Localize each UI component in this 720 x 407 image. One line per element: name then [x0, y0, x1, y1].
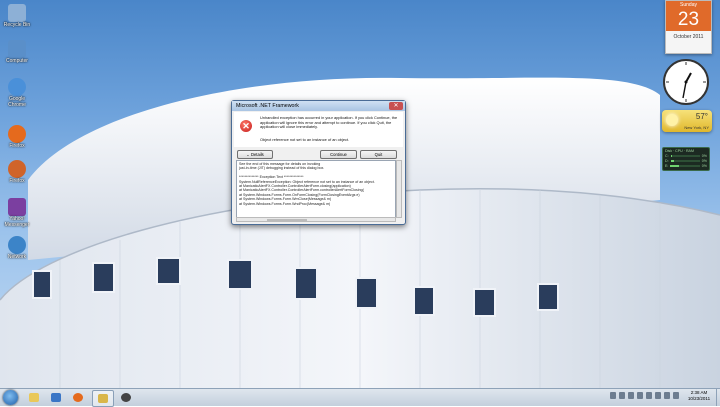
desktop-icon-label: Firefox — [9, 143, 25, 149]
taskbar-firefox-button[interactable] — [68, 390, 88, 405]
details-button-label: Details — [250, 152, 264, 157]
computer-icon — [8, 40, 26, 58]
firefox-icon — [8, 160, 26, 178]
details-horizontal-scrollbar[interactable] — [236, 217, 396, 222]
app-icon — [121, 393, 131, 402]
desktop-icon-computer[interactable]: Computer — [2, 40, 32, 65]
network-tray-icon[interactable] — [664, 392, 670, 399]
tray-icon[interactable] — [610, 392, 616, 399]
firefox-icon — [8, 125, 26, 143]
continue-button[interactable]: Continue — [320, 150, 357, 159]
calendar-weekday: Sunday — [666, 1, 711, 9]
exception-details-textbox[interactable]: See the end of this message for details … — [236, 160, 396, 218]
meter-label: C: — [665, 153, 669, 158]
sun-icon — [666, 114, 678, 126]
meter-row: E: 0% — [665, 163, 707, 168]
firefox-icon — [73, 393, 83, 402]
taskbar: 2:38 AM 10/23/2011 — [0, 388, 720, 407]
desktop-icon-label: Computer — [6, 58, 28, 64]
taskbar-media-player-button[interactable] — [46, 390, 66, 405]
start-button[interactable] — [3, 390, 18, 405]
media-player-icon — [51, 393, 61, 402]
volume-tray-icon[interactable] — [673, 392, 679, 399]
recycle-bin-icon — [8, 4, 26, 22]
taskbar-date: 10/23/2011 — [687, 396, 711, 401]
desktop-icon-label: Network — [7, 254, 27, 260]
taskbar-explorer-button[interactable] — [24, 390, 44, 405]
meter-label: E: — [665, 163, 669, 168]
show-desktop-button[interactable] — [716, 389, 720, 406]
close-button[interactable]: ✕ — [389, 102, 403, 110]
calendar-gadget[interactable]: Sunday 23 October 2011 — [665, 0, 712, 54]
taskbar-app-button[interactable] — [116, 390, 136, 405]
details-line: at System.Windows.Forms.Form.WndProc(Mes… — [239, 201, 331, 206]
calendar-day: 23 — [666, 9, 711, 31]
meter-pct: 0% — [701, 158, 707, 163]
meter-fill — [670, 154, 672, 157]
exception-dialog[interactable]: Microsoft .NET Framework ✕ ✕ Unhandled e… — [231, 100, 406, 225]
desktop: Recycle Bin Computer Google Chrome Firef… — [0, 0, 720, 388]
weather-location: New York, NY — [684, 125, 709, 130]
desktop-icon-label: Firefox — [9, 178, 25, 184]
desktop-icon-firefox[interactable]: Firefox — [2, 125, 32, 150]
clock-gadget[interactable] — [662, 58, 710, 106]
tray-icon[interactable] — [655, 392, 661, 399]
yahoo-messenger-icon — [8, 198, 26, 216]
dialog-titlebar[interactable]: Microsoft .NET Framework ✕ — [232, 101, 405, 111]
dialog-title: Microsoft .NET Framework — [236, 103, 299, 109]
quit-button[interactable]: Quit — [360, 150, 397, 159]
dialog-message-area: ✕ Unhandled exception has occurred in yo… — [234, 112, 403, 147]
folder-icon — [98, 394, 108, 403]
meter-fill — [670, 164, 680, 167]
taskbar-clock[interactable]: 2:38 AM 10/23/2011 — [684, 390, 714, 402]
details-vertical-scrollbar[interactable] — [396, 160, 402, 218]
details-button[interactable]: ⌄ Details — [237, 150, 273, 159]
error-icon: ✕ — [240, 120, 252, 132]
dialog-message: Unhandled exception has occurred in your… — [260, 115, 398, 130]
meter-label: D: — [665, 158, 669, 163]
dialog-detail-message: Object reference not set to an instance … — [260, 137, 350, 142]
system-tray — [610, 392, 679, 402]
desktop-icon-label: Yahoo! Messenger — [4, 216, 30, 228]
tray-icon[interactable] — [628, 392, 634, 399]
tray-icon[interactable] — [619, 392, 625, 399]
meter-pct: 0% — [701, 163, 707, 168]
taskbar-folder-button[interactable] — [92, 390, 114, 407]
meter-gadget[interactable]: Disk · CPU · RAM C: 0% D: 0% E: 0% — [662, 147, 710, 171]
desktop-icon-network[interactable]: Network — [2, 236, 32, 261]
explorer-icon — [29, 393, 39, 402]
weather-temp: 57° — [695, 112, 708, 121]
tray-icon[interactable] — [646, 392, 652, 399]
desktop-icon-label: Recycle Bin — [3, 22, 31, 28]
weather-gadget[interactable]: 57° New York, NY — [662, 110, 712, 132]
scrollbar-thumb[interactable] — [267, 219, 307, 221]
chevron-down-icon: ⌄ — [246, 152, 250, 157]
desktop-icon-firefox-2[interactable]: Firefox — [2, 160, 32, 185]
desktop-icon-recycle-bin[interactable]: Recycle Bin — [2, 4, 32, 29]
calendar-month-year: October 2011 — [673, 34, 704, 40]
meter-pct: 0% — [701, 153, 707, 158]
meter-fill — [670, 159, 674, 162]
desktop-icon-chrome[interactable]: Google Chrome — [2, 78, 32, 108]
desktop-icon-yahoo-messenger[interactable]: Yahoo! Messenger — [2, 198, 32, 228]
chrome-icon — [8, 78, 26, 96]
desktop-icon-label: Google Chrome — [8, 96, 26, 108]
tray-icon[interactable] — [637, 392, 643, 399]
network-icon — [8, 236, 26, 254]
